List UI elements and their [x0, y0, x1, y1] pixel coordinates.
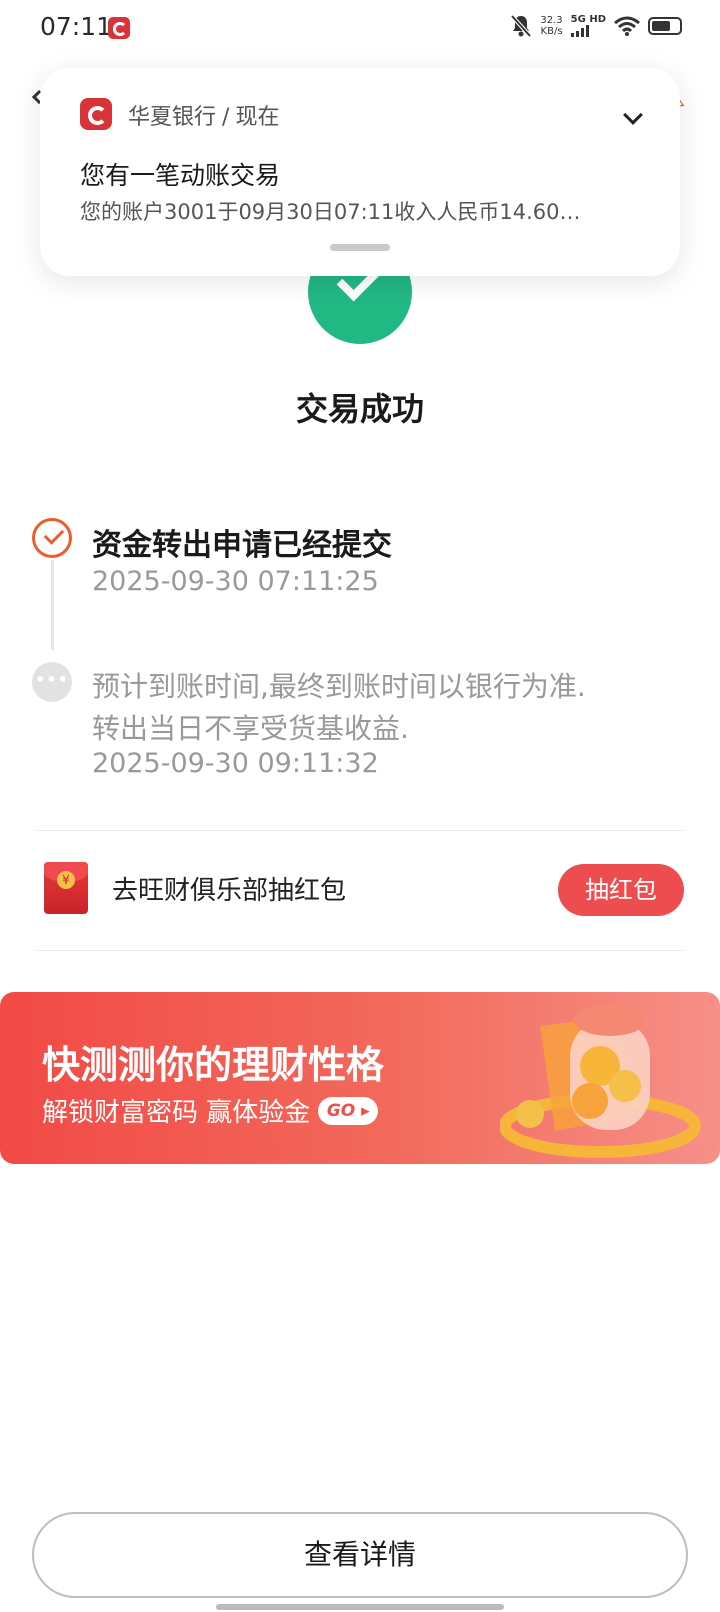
notification-drag-handle[interactable] [330, 244, 390, 251]
banner-subtitle-row: 解锁财富密码 赢体验金 GO ▸ [42, 1092, 379, 1129]
result-title: 交易成功 [295, 390, 424, 428]
view-details-button[interactable]: 查看详情 [32, 1512, 688, 1598]
network-type: 5G HD [570, 14, 606, 25]
timeline-step1-title: 资金转出申请已经提交 [92, 528, 392, 563]
battery-icon [648, 17, 682, 35]
net-speed: 32.3 KB/s [540, 15, 562, 37]
red-packet-label: 去旺财俱乐部抽红包 [112, 876, 347, 906]
status-right-cluster: 32.3 KB/s 5G HD [510, 14, 682, 38]
net-speed-unit: KB/s [540, 26, 563, 37]
timeline-connector [51, 560, 54, 650]
timeline-step2-desc: 预计到账时间,最终到账时间以银行为准. 转出当日不享受货基收益. [92, 666, 586, 750]
screen: 07:11 32.3 KB/s 5G HD 华夏银行 / 现在 您有一笔动账交易… [0, 0, 720, 1612]
pending-dots-icon: ••• [32, 662, 72, 702]
wifi-icon [614, 16, 640, 36]
divider [36, 950, 684, 951]
red-packet-row[interactable]: 去旺财俱乐部抽红包 抽红包 [0, 830, 720, 950]
status-time: 07:11 [40, 12, 113, 41]
timeline-step2-line2: 转出当日不享受货基收益. [92, 712, 409, 745]
timeline-step2-line1: 预计到账时间,最终到账时间以银行为准. [92, 670, 586, 703]
notification-source: 华夏银行 / 现在 [128, 99, 279, 131]
home-indicator[interactable] [216, 1604, 504, 1610]
app-notification-icon [108, 17, 130, 39]
red-envelope-icon [44, 862, 88, 914]
notification-time: 现在 [235, 105, 280, 130]
go-button[interactable]: GO ▸ [318, 1096, 379, 1125]
notification-app-name: 华夏银行 [128, 105, 217, 130]
notification-body: 您的账户3001于09月30日07:11收入人民币14.60… [80, 200, 581, 224]
timeline-step2-time: 2025-09-30 09:11:32 [92, 748, 379, 779]
signal-icon: 5G HD [570, 14, 606, 37]
gold-coin-jar-illustration [500, 1004, 701, 1158]
bank-notification-card[interactable]: 华夏银行 / 现在 您有一笔动账交易 您的账户3001于09月30日07:11收入人… [40, 68, 680, 276]
go-label: GO [326, 1100, 356, 1121]
personality-test-banner[interactable]: 快测测你的理财性格 解锁财富密码 赢体验金 GO ▸ [0, 992, 720, 1164]
check-circle-icon [32, 518, 72, 558]
timeline-step1-time: 2025-09-30 07:11:25 [92, 566, 379, 597]
chevron-down-icon[interactable] [623, 105, 643, 125]
status-bar: 07:11 32.3 KB/s 5G HD [0, 0, 720, 56]
mute-icon [510, 14, 532, 38]
notification-separator: / [222, 105, 230, 130]
net-speed-value: 32.3 [540, 15, 563, 26]
notification-title: 您有一笔动账交易 [80, 161, 281, 190]
hua-xia-bank-logo-icon [80, 98, 112, 130]
draw-red-packet-button[interactable]: 抽红包 [558, 864, 684, 916]
banner-title: 快测测你的理财性格 [42, 1043, 385, 1087]
banner-subtitle: 解锁财富密码 赢体验金 [42, 1098, 311, 1128]
